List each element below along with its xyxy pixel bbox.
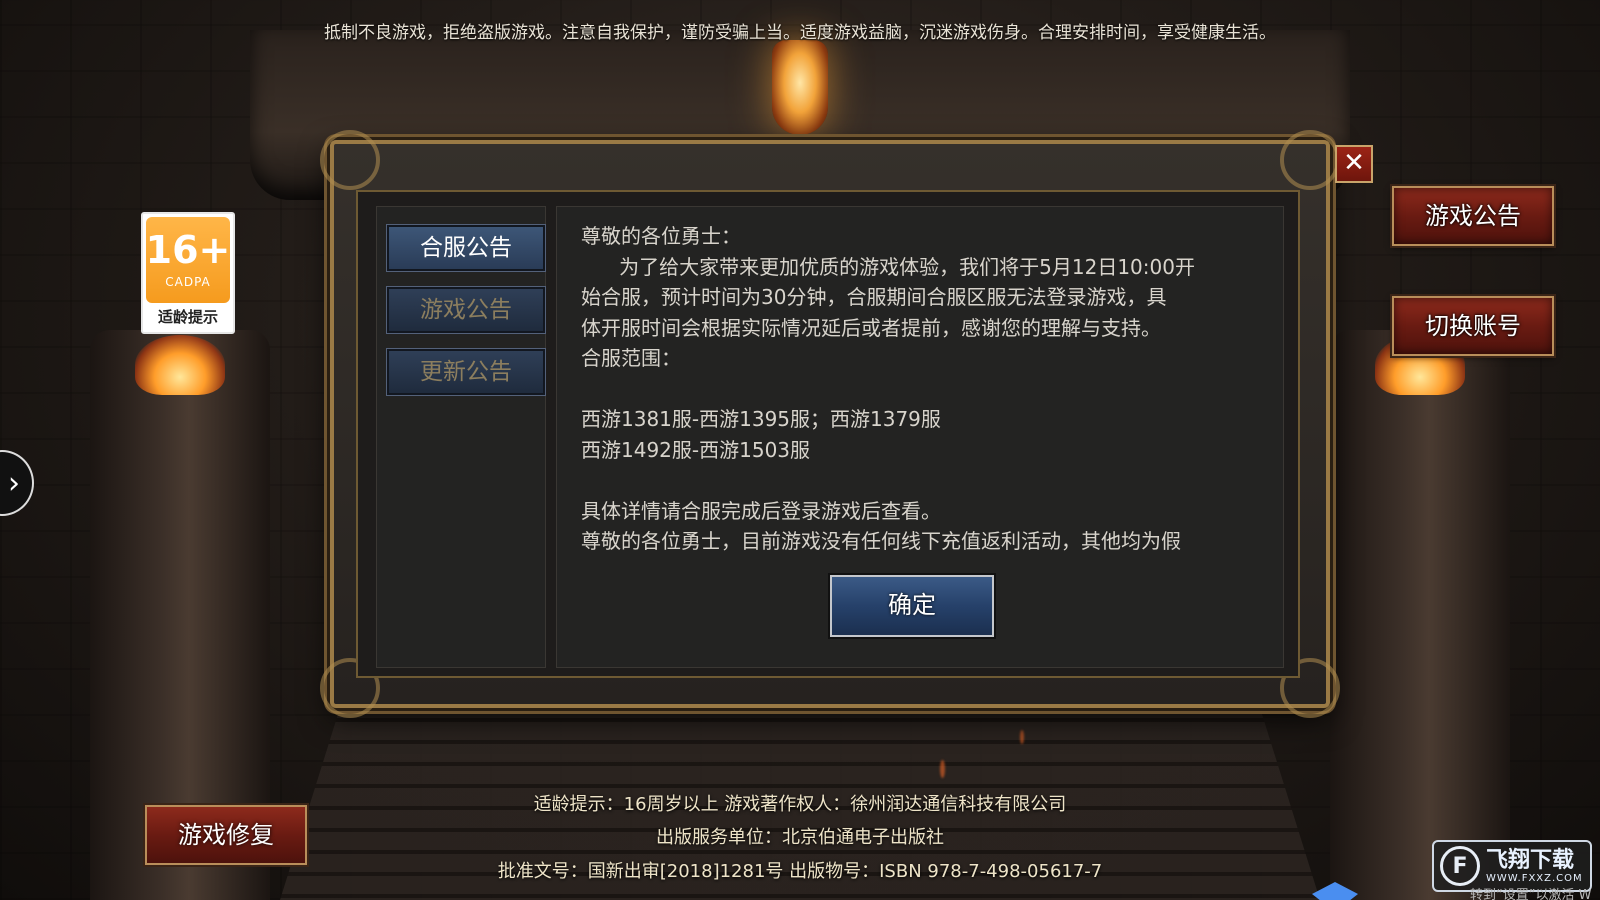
frame-ornament: [320, 130, 380, 190]
tab-game-notice[interactable]: 游戏公告: [386, 286, 546, 334]
age-rating-org: CADPA: [165, 275, 211, 289]
hanging-lantern: [772, 40, 828, 135]
frame-ornament: [1280, 130, 1340, 190]
game-notice-button[interactable]: 游戏公告: [1390, 184, 1556, 248]
notice-text-scroll[interactable]: 尊敬的各位勇士： 为了给大家带来更加优质的游戏体验，我们将于5月12日10:00…: [581, 221, 1241, 555]
age-rating-icon: 16+ CADPA: [146, 217, 230, 303]
approval-info-line: 批准文号：国新出审[2018]1281号 出版物号：ISBN 978-7-498…: [497, 861, 1103, 882]
notice-second-paragraph: 尊敬的各位勇士，目前游戏没有任何线下充值返利活动，其他均为假: [581, 529, 1181, 553]
notice-detail: 具体详情请合服完成后登录游戏后查看。: [581, 498, 941, 523]
merge-scope-item: 西游1492服-西游1503服: [581, 437, 811, 462]
merge-scope-title: 合服范围：: [581, 346, 681, 370]
notice-paragraph-line: 始合服，预计时间为30分钟，合服期间合服区服无法登录游戏，具: [581, 285, 1167, 309]
notice-content-panel: 尊敬的各位勇士： 为了给大家带来更加优质的游戏体验，我们将于5月12日10:00…: [556, 206, 1284, 668]
ember: [1020, 730, 1024, 744]
publisher-info-line: 出版服务单位：北京伯通电子出版社: [656, 827, 944, 848]
merge-scope-item: 西游1381服-西游1395服；西游1379服: [581, 407, 941, 431]
watermark-text: 飞翔下载 WWW.FXXZ.COM: [1486, 847, 1583, 884]
tab-update-notice[interactable]: 更新公告: [386, 348, 546, 396]
notice-paragraph-line: 体开服时间会根据实际情况延后或者提前，感谢您的理解与支持。: [581, 315, 1161, 340]
watermark-logo-icon: F: [1440, 846, 1480, 886]
age-rating-badge: 16+ CADPA 适龄提示: [141, 212, 235, 334]
watermark-site: WWW.FXXZ.COM: [1486, 872, 1583, 884]
copyright-info-line: 适龄提示：16周岁以上 游戏著作权人：徐州润达通信科技有限公司: [533, 794, 1067, 815]
os-activation-hint: 转到“设置”以激活 W: [1470, 888, 1592, 900]
confirm-button[interactable]: 确定: [828, 573, 996, 639]
notice-paragraph-line: 为了给大家带来更加优质的游戏体验，我们将于5月12日10:00开: [581, 254, 1195, 279]
close-icon[interactable]: ✕: [1335, 145, 1373, 183]
notice-tab-list: 合服公告 游戏公告 更新公告: [376, 206, 546, 668]
left-flame: [135, 335, 225, 395]
anti-addiction-notice: 抵制不良游戏，拒绝盗版游戏。注意自我保护，谨防受骗上当。适度游戏益脑，沉迷游戏伤…: [324, 23, 1276, 43]
notice-dialog: 合服公告 游戏公告 更新公告 尊敬的各位勇士： 为了给大家带来更加优质的游戏体验…: [320, 130, 1340, 718]
switch-account-button[interactable]: 切换账号: [1390, 294, 1556, 358]
age-rating-label: 适龄提示: [157, 308, 218, 326]
tab-merge-notice[interactable]: 合服公告: [386, 224, 546, 272]
notice-greeting: 尊敬的各位勇士：: [581, 224, 741, 248]
dialog-body: 合服公告 游戏公告 更新公告 尊敬的各位勇士： 为了给大家带来更加优质的游戏体验…: [356, 190, 1300, 678]
watermark-name: 飞翔下载: [1486, 847, 1575, 873]
ember: [940, 760, 945, 778]
age-rating-number: 16+: [145, 228, 231, 272]
